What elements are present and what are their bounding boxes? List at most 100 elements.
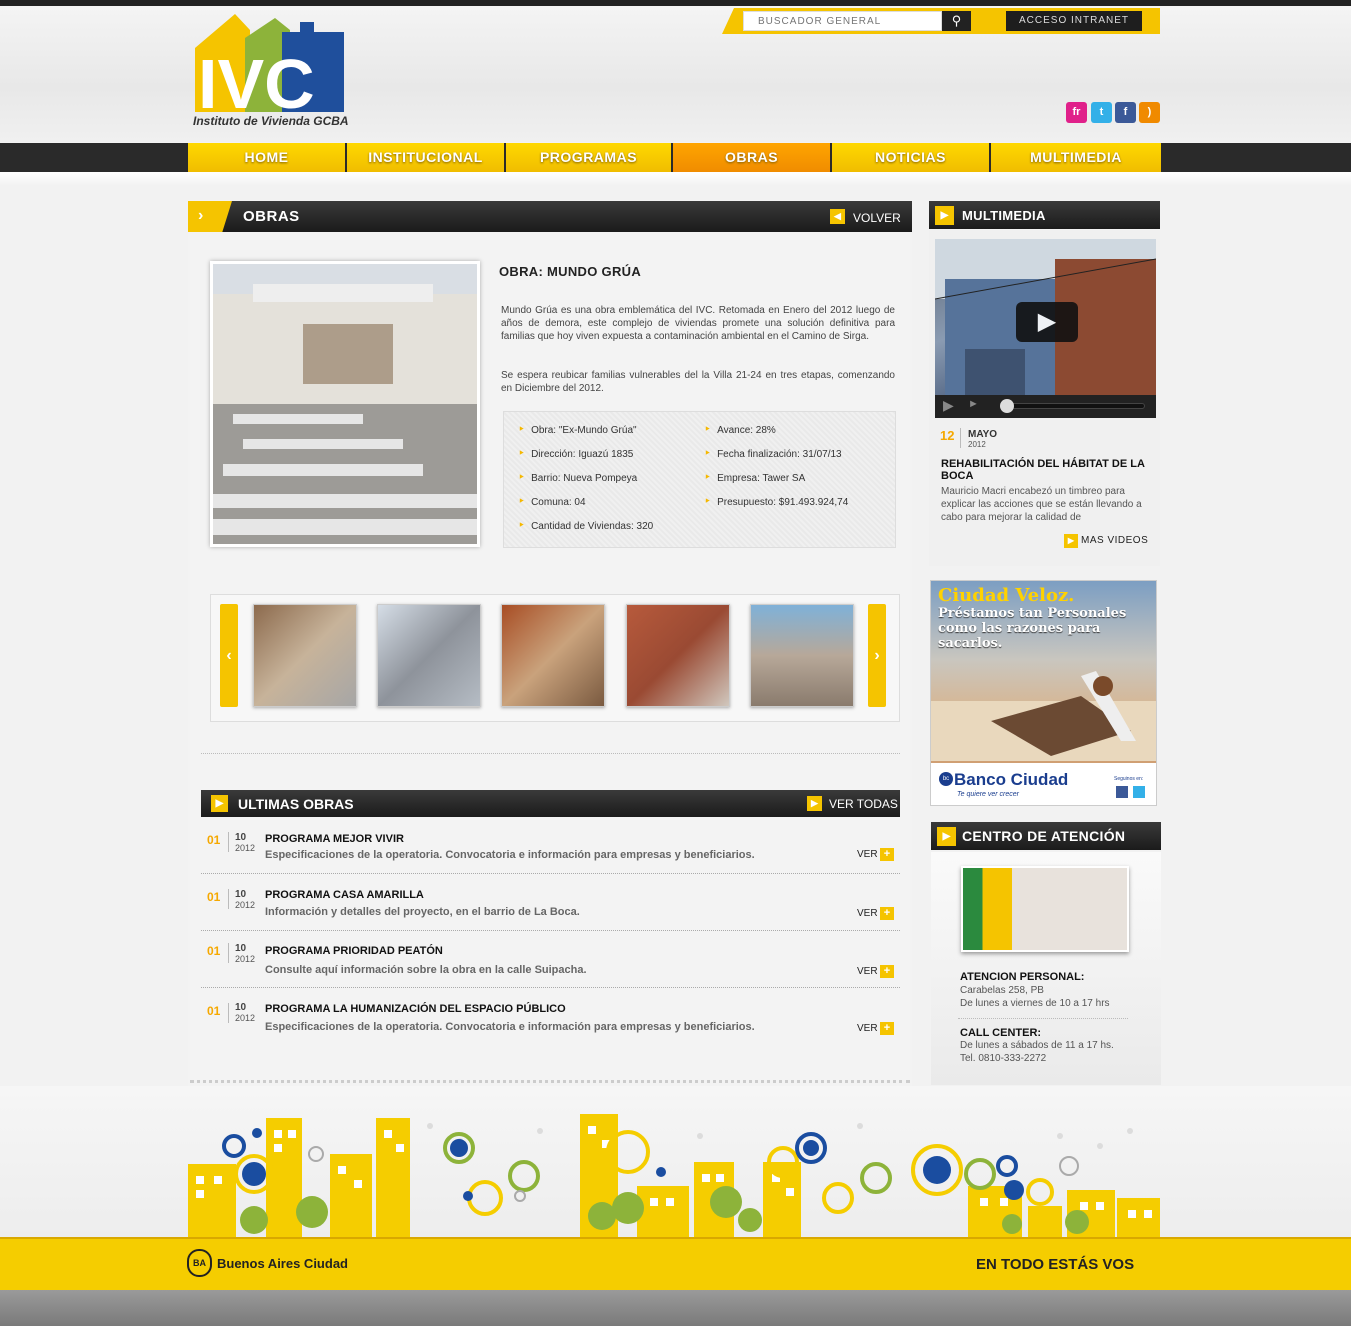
plus-icon[interactable]: + [880,965,894,978]
buenos-aires-text[interactable]: Buenos Aires Ciudad [217,1256,348,1271]
nav-institucional[interactable]: INSTITUCIONAL [347,143,504,172]
plus-icon[interactable]: + [880,1022,894,1035]
arrow-right-icon: ▶ [211,795,228,812]
buenos-aires-logo-icon[interactable]: BA [187,1249,212,1277]
item-title[interactable]: PROGRAMA CASA AMARILLA [265,889,424,901]
detail-fecha: Fecha finalización: 31/07/13 [704,446,842,460]
footer-illustration [0,1086,1351,1238]
call-title: CALL CENTER: [960,1027,1042,1039]
item-year: 2012 [235,900,256,910]
arrow-right-icon[interactable]: ▶ [807,796,822,811]
search-button[interactable]: ⚲ [942,11,971,31]
personal-hours: De lunes a viernes de 10 a 17 hrs [960,998,1110,1009]
search-icon: ⚲ [951,13,962,28]
logo-subtitle: Instituto de Vivienda GCBA [193,114,349,128]
item-month: 10 [235,943,247,954]
search-input[interactable] [743,11,942,31]
item-month: 10 [235,832,247,843]
intranet-button[interactable]: ACCESO INTRANET [1006,11,1142,31]
item-desc: Especificaciones de la operatoria. Convo… [265,1021,755,1033]
ver-link[interactable]: VER [857,966,878,977]
obra-title: OBRA: MUNDO GRÚA [499,264,642,279]
footer-bottom-strip [0,1290,1351,1326]
detail-direccion: Dirección: Iguazú 1835 [518,446,633,460]
play-small-icon[interactable]: ▶ [943,397,954,414]
detail-empresa: Empresa: Tawer SA [704,470,805,484]
nav-programas[interactable]: PROGRAMAS [506,143,671,172]
item-day: 01 [207,1004,221,1018]
chevron-right-icon: › [198,207,204,224]
flickr-icon[interactable]: fr [1066,102,1087,123]
item-day: 01 [207,833,221,847]
twitter-icon [1133,786,1145,798]
back-arrow-icon[interactable]: ◀ [830,209,845,224]
carousel-prev-button[interactable]: ‹ [220,604,238,707]
carousel-thumb-5[interactable] [750,604,854,707]
rss-icon[interactable]: ) [1139,102,1160,123]
multimedia-day: 12 [940,428,955,443]
item-separator [201,873,900,874]
carousel-thumb-2[interactable] [377,604,481,707]
item-month: 10 [235,889,247,900]
volume-icon[interactable]: ► [968,398,979,410]
item-title[interactable]: PROGRAMA MEJOR VIVIR [265,833,404,845]
logo-text: IVC [198,45,315,123]
multimedia-description: Mauricio Macri encabezó un timbreo para … [941,486,1142,523]
facebook-icon[interactable]: f [1115,102,1136,123]
call-phone: Tel. 0810-333-2272 [960,1053,1047,1064]
bank-logo-icon: bc [939,772,953,786]
atencion-title: CENTRO DE ATENCIÓN [962,828,1126,844]
nav-obras[interactable]: OBRAS [673,143,830,172]
nav-multimedia[interactable]: MULTIMEDIA [991,143,1161,172]
carousel-thumb-4[interactable] [626,604,730,707]
detail-barrio: Barrio: Nueva Pompeya [518,470,637,484]
multimedia-title: MULTIMEDIA [962,208,1046,223]
mas-videos-link[interactable]: MAS VIDEOS [1081,535,1148,546]
item-title[interactable]: PROGRAMA LA HUMANIZACIÓN DEL ESPACIO PÚB… [265,1003,566,1015]
detail-viviendas: Cantidad de Viviendas: 320 [518,518,653,532]
back-link[interactable]: VOLVER [853,211,901,225]
ver-link[interactable]: VER [857,849,878,860]
item-desc: Especificaciones de la operatoria. Convo… [265,849,755,861]
item-year: 2012 [235,1013,256,1023]
ver-link[interactable]: VER [857,1023,878,1034]
item-year: 2012 [235,843,256,853]
arrow-right-icon: ▶ [935,206,954,225]
call-hours: De lunes a sábados de 11 a 17 hs. [960,1040,1114,1051]
ver-link[interactable]: VER [857,908,878,919]
detail-comuna: Comuna: 04 [518,494,585,508]
main-nav: HOME INSTITUCIONAL PROGRAMAS OBRAS NOTIC… [188,143,1161,172]
divider [201,753,900,754]
video-progress-handle[interactable] [1000,399,1014,413]
item-desc: Consulte aquí información sobre la obra … [265,964,587,976]
date-separator [228,832,229,852]
nav-noticias[interactable]: NOTICIAS [832,143,989,172]
carousel-thumb-3[interactable] [501,604,605,707]
carousel-thumb-1[interactable] [253,604,357,707]
carousel-next-button[interactable]: › [868,604,886,707]
plus-icon[interactable]: + [880,907,894,920]
twitter-icon[interactable]: t [1091,102,1112,123]
arrow-right-icon[interactable]: ▶ [1064,534,1078,548]
video-progress-bar[interactable] [1000,403,1145,409]
ad-follow-label: Seguinos en: [1114,776,1144,782]
ad-bank-name: Banco Ciudad [954,770,1069,789]
multimedia-headline[interactable]: REHABILITACIÓN DEL HÁBITAT DE LA BOCA [941,458,1151,482]
ad-subtitle: Préstamos tan Personales como las razone… [938,606,1127,651]
date-separator [228,889,229,909]
detail-presupuesto: Presupuesto: $91.493.924,74 [704,494,848,508]
ver-todas-link[interactable]: VER TODAS [829,797,898,811]
plus-icon[interactable]: + [880,848,894,861]
play-icon[interactable]: ▶ [1016,302,1078,342]
atencion-photo [961,866,1129,952]
obra-paragraph-1: Mundo Grúa es una obra emblemática del I… [501,305,895,342]
facebook-icon [1116,786,1128,798]
nav-shadow [0,172,1351,186]
arrow-right-icon: ▶ [937,827,956,846]
ultimas-obras-title: ULTIMAS OBRAS [238,796,354,812]
divider [958,1018,1128,1019]
item-day: 01 [207,890,221,904]
chevron-left-icon: ‹ [226,647,232,664]
item-title[interactable]: PROGRAMA PRIORIDAD PEATÓN [265,945,443,957]
nav-home[interactable]: HOME [188,143,345,172]
